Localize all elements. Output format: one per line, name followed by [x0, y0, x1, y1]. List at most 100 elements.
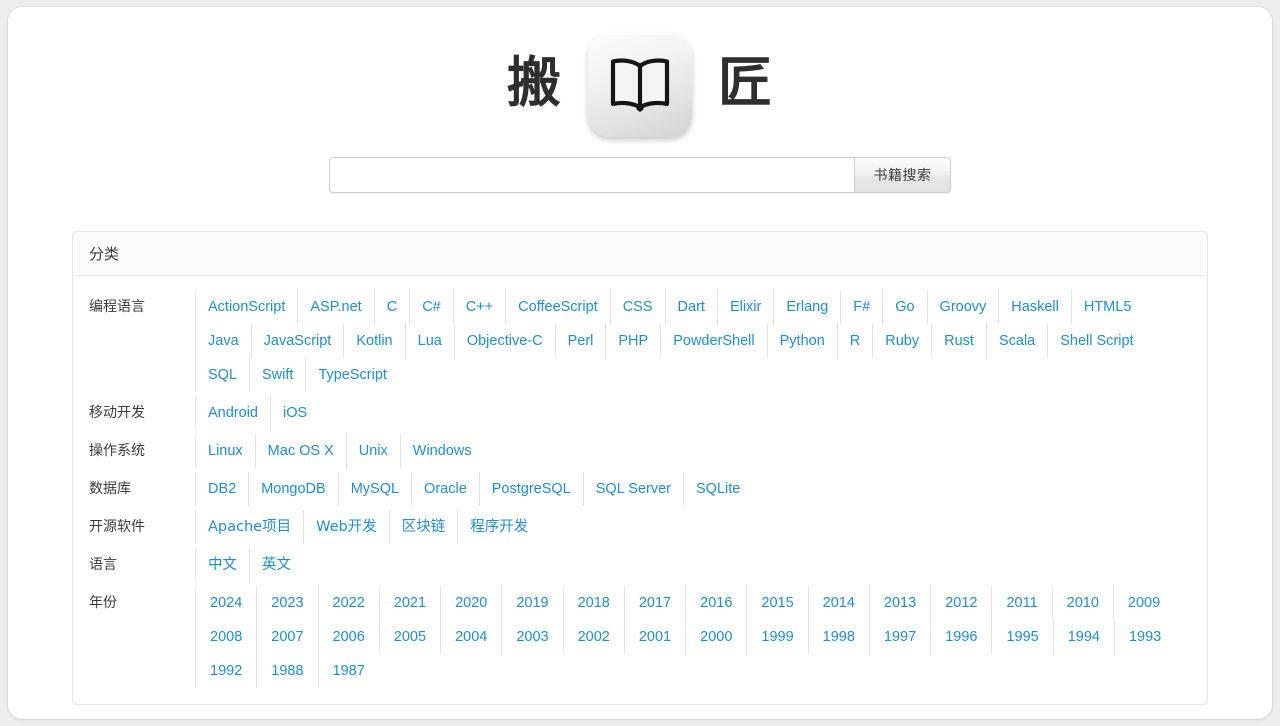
category-panel-body: 编程语言 ActionScript ASP.net C C# C++ CoffeeScrip…: [73, 276, 1207, 704]
category-link[interactable]: MySQL: [337, 472, 411, 506]
category-link[interactable]: Apache项目: [195, 510, 303, 544]
category-link[interactable]: ActionScript: [195, 290, 297, 324]
category-link[interactable]: CoffeeScript: [505, 290, 610, 324]
category-row-label: 数据库: [89, 481, 131, 497]
category-link[interactable]: iOS: [269, 396, 319, 430]
category-link[interactable]: Android: [195, 396, 270, 430]
category-link[interactable]: ASP.net: [297, 290, 373, 324]
category-row: 编程语言 ActionScript ASP.net C C# C++ CoffeeScrip…: [73, 288, 1207, 394]
category-link[interactable]: 2000: [685, 620, 746, 654]
category-link[interactable]: Swift: [249, 358, 305, 392]
category-link[interactable]: 2021: [378, 586, 440, 620]
category-link[interactable]: 英文: [249, 548, 303, 582]
category-link[interactable]: 2008: [195, 620, 256, 654]
category-link[interactable]: TypeScript: [305, 358, 399, 392]
category-link[interactable]: Lua: [404, 324, 454, 358]
category-link[interactable]: Mac OS X: [254, 434, 346, 468]
category-link[interactable]: Java: [195, 324, 251, 358]
category-link[interactable]: PostgreSQL: [478, 472, 583, 506]
category-link[interactable]: 1993: [1113, 620, 1175, 654]
category-link[interactable]: Elixir: [716, 290, 773, 324]
category-link[interactable]: 2014: [807, 586, 869, 620]
book-search-button[interactable]: 书籍搜索: [854, 158, 950, 192]
site-title-right: 匠: [718, 51, 773, 114]
category-link[interactable]: 中文: [195, 548, 249, 582]
open-book-icon: [588, 33, 692, 137]
category-link[interactable]: Oracle: [411, 472, 479, 506]
category-link[interactable]: JavaScript: [250, 324, 344, 358]
category-link[interactable]: Shell Script: [1047, 324, 1145, 358]
category-link[interactable]: Scala: [985, 324, 1047, 358]
category-link[interactable]: Perl: [554, 324, 606, 358]
category-link[interactable]: 1988: [256, 654, 317, 688]
category-row-items: 中文 英文: [195, 548, 1191, 582]
category-link[interactable]: Go: [882, 290, 926, 324]
category-link[interactable]: C#: [409, 290, 453, 324]
category-link[interactable]: 2015: [746, 586, 807, 620]
category-link[interactable]: 2011: [991, 586, 1051, 620]
category-link[interactable]: 1994: [1052, 620, 1114, 654]
category-link[interactable]: MongoDB: [248, 472, 337, 506]
category-link[interactable]: 2004: [440, 620, 501, 654]
category-link[interactable]: 2002: [562, 620, 624, 654]
category-link[interactable]: DB2: [195, 472, 248, 506]
category-panel-title: 分类: [73, 232, 1207, 276]
category-link[interactable]: 2016: [685, 586, 746, 620]
category-link[interactable]: Web开发: [303, 510, 389, 544]
category-link[interactable]: 2006: [317, 620, 379, 654]
category-link[interactable]: 1998: [807, 620, 869, 654]
search-row: 书籍搜索: [8, 157, 1272, 193]
category-link[interactable]: Erlang: [773, 290, 840, 324]
category-link[interactable]: 2023: [256, 586, 317, 620]
category-link[interactable]: 1996: [930, 620, 991, 654]
category-link[interactable]: F#: [840, 290, 882, 324]
category-link[interactable]: Windows: [399, 434, 484, 468]
category-link[interactable]: 1995: [991, 620, 1052, 654]
category-link[interactable]: Rust: [931, 324, 986, 358]
category-link[interactable]: Unix: [345, 434, 400, 468]
category-link[interactable]: HTML5: [1070, 290, 1144, 324]
category-link[interactable]: 2005: [378, 620, 440, 654]
category-link[interactable]: R: [836, 324, 872, 358]
category-link[interactable]: 1997: [868, 620, 930, 654]
category-link[interactable]: 1992: [195, 654, 256, 688]
category-link[interactable]: 2018: [562, 586, 624, 620]
search-input[interactable]: [330, 158, 854, 192]
category-link[interactable]: SQL: [195, 358, 249, 392]
category-link[interactable]: SQL Server: [582, 472, 683, 506]
category-link[interactable]: 2010: [1051, 586, 1113, 620]
category-link[interactable]: C: [373, 290, 409, 324]
category-link[interactable]: 2020: [440, 586, 501, 620]
category-link[interactable]: PHP: [605, 324, 660, 358]
category-link[interactable]: Objective-C: [453, 324, 555, 358]
category-link[interactable]: 2012: [930, 586, 991, 620]
category-link[interactable]: 2017: [623, 586, 685, 620]
category-link[interactable]: 2001: [623, 620, 685, 654]
category-link[interactable]: SQLite: [682, 472, 752, 506]
category-link[interactable]: Groovy: [926, 290, 999, 324]
category-row-items: Linux Mac OS X Unix Windows: [195, 434, 1191, 468]
category-link[interactable]: 2022: [317, 586, 379, 620]
category-link[interactable]: 1987: [317, 654, 379, 688]
category-link[interactable]: 2003: [501, 620, 562, 654]
category-row: 年份 2024 2023 2022 2021 2020 2019 2018 2017 2016 20…: [73, 584, 1207, 690]
category-link[interactable]: 2013: [868, 586, 930, 620]
category-link[interactable]: 2024: [195, 586, 256, 620]
category-link[interactable]: 2007: [256, 620, 317, 654]
category-link[interactable]: Ruby: [872, 324, 931, 358]
category-link[interactable]: Kotlin: [343, 324, 404, 358]
category-link[interactable]: Haskell: [998, 290, 1071, 324]
search-form: 书籍搜索: [329, 157, 951, 193]
category-link[interactable]: 区块链: [388, 510, 458, 544]
category-link[interactable]: CSS: [609, 290, 665, 324]
category-link[interactable]: Linux: [195, 434, 255, 468]
category-link[interactable]: C++: [452, 290, 505, 324]
category-link[interactable]: Python: [766, 324, 837, 358]
category-link[interactable]: Dart: [664, 290, 717, 324]
category-link[interactable]: 1999: [746, 620, 807, 654]
category-link[interactable]: 程序开发: [457, 510, 540, 544]
category-row: 语言 中文 英文: [73, 546, 1207, 584]
category-link[interactable]: PowderShell: [660, 324, 766, 358]
category-link[interactable]: 2009: [1112, 586, 1174, 620]
category-link[interactable]: 2019: [501, 586, 562, 620]
